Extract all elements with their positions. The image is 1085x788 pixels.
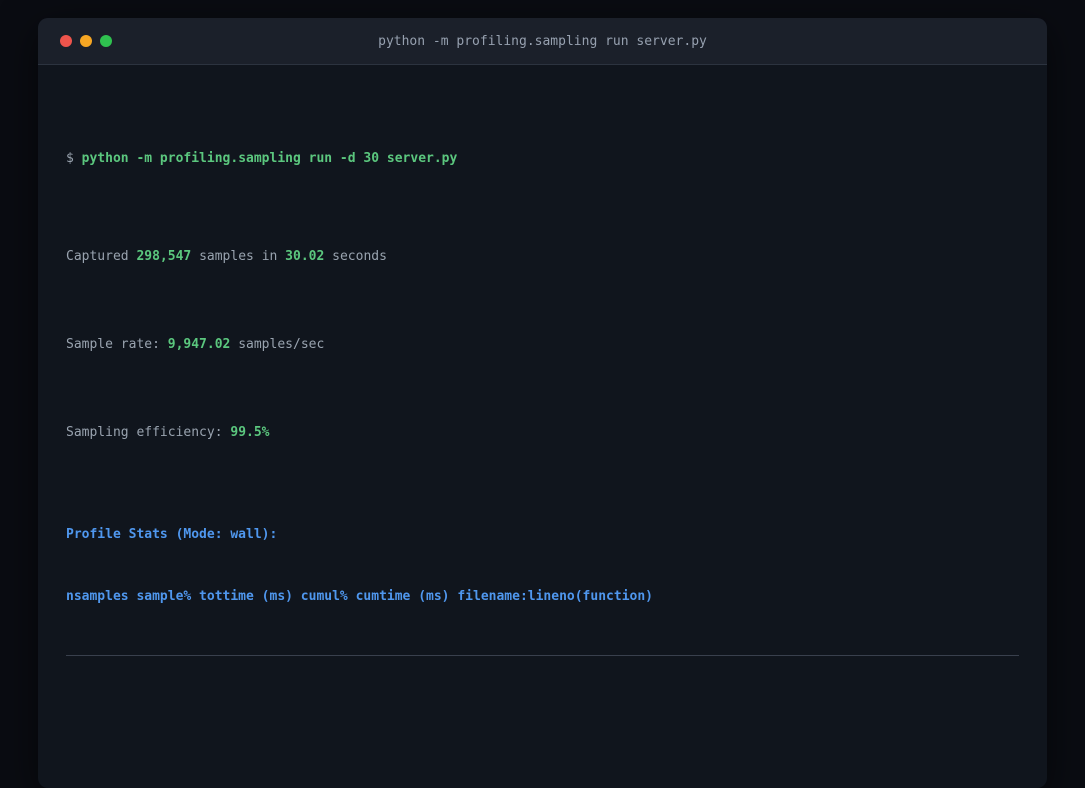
terminal-window: python -m profiling.sampling run server.…	[38, 18, 1047, 788]
minimize-button[interactable]	[80, 35, 92, 47]
terminal-output[interactable]: $ python -m profiling.sampling run -d 30…	[38, 65, 1047, 788]
profile-columns-header: nsamples sample% tottime (ms) cumul% cum…	[66, 589, 653, 604]
samples-count: 298,547	[136, 249, 192, 264]
shell-prompt: $	[66, 151, 82, 166]
command-line: $ python -m profiling.sampling run -d 30…	[66, 149, 1019, 169]
window-titlebar: python -m profiling.sampling run server.…	[38, 18, 1047, 65]
profile-stats-heading: Profile Stats (Mode: wall):	[66, 527, 278, 542]
captured-line: Captured 298,547 samples in 30.02 second…	[66, 249, 387, 264]
table-divider	[66, 655, 1019, 656]
sample-rate-line: Sample rate: 9,947.02 samples/sec	[66, 337, 325, 352]
duration-seconds: 30.02	[285, 249, 325, 264]
command-text: python -m profiling.sampling run -d 30 s…	[81, 151, 458, 166]
rate-value: 9,947.02	[167, 337, 231, 352]
window-title: python -m profiling.sampling run server.…	[378, 33, 707, 49]
maximize-button[interactable]	[100, 35, 112, 47]
profile-table: 12847/892344.31284.70029.98923.400server…	[66, 730, 1019, 788]
efficiency-line: Sampling efficiency: 99.5%	[66, 425, 270, 440]
traffic-lights	[60, 35, 112, 47]
close-button[interactable]	[60, 35, 72, 47]
efficiency-value: 99.5%	[230, 425, 270, 440]
